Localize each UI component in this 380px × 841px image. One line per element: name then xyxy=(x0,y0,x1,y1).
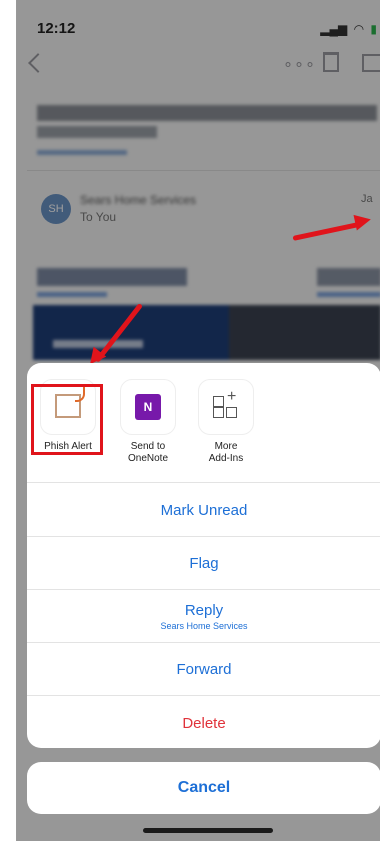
flag-label: Flag xyxy=(189,555,219,572)
delete-label: Delete xyxy=(182,714,226,732)
cancel-label: Cancel xyxy=(177,779,231,796)
phone-screen: 12:12 ▂▄▆ ◠ ▮ ∘∘∘ SH Sears Home Services… xyxy=(16,0,380,841)
delete-button[interactable]: Delete xyxy=(27,697,380,749)
home-indicator xyxy=(143,828,273,833)
reply-button[interactable]: Reply Sears Home Services xyxy=(27,591,380,643)
onenote-icon: N xyxy=(135,394,161,420)
addin-label: Send to OneNote xyxy=(127,441,169,464)
addins-row: Phish Alert N Send to OneNote + More Add… xyxy=(27,363,380,483)
reply-sublabel: Sears Home Services xyxy=(160,621,248,631)
cancel-button[interactable]: Cancel xyxy=(27,762,380,814)
flag-button[interactable]: Flag xyxy=(27,538,380,590)
reply-label: Reply xyxy=(184,602,224,619)
annotation-highlight-box xyxy=(31,384,103,455)
forward-label: Forward xyxy=(176,661,232,678)
action-sheet: Phish Alert N Send to OneNote + More Add… xyxy=(27,363,380,748)
mark-unread-button[interactable]: Mark Unread xyxy=(27,485,380,537)
addin-label: More Add-Ins xyxy=(208,441,244,464)
mark-unread-label: Mark Unread xyxy=(160,502,248,519)
add-ins-icon: + xyxy=(213,388,239,420)
forward-button[interactable]: Forward xyxy=(27,644,380,696)
send-to-onenote-button[interactable]: N Send to OneNote xyxy=(113,379,183,465)
more-addins-button[interactable]: + More Add-Ins xyxy=(191,379,261,465)
